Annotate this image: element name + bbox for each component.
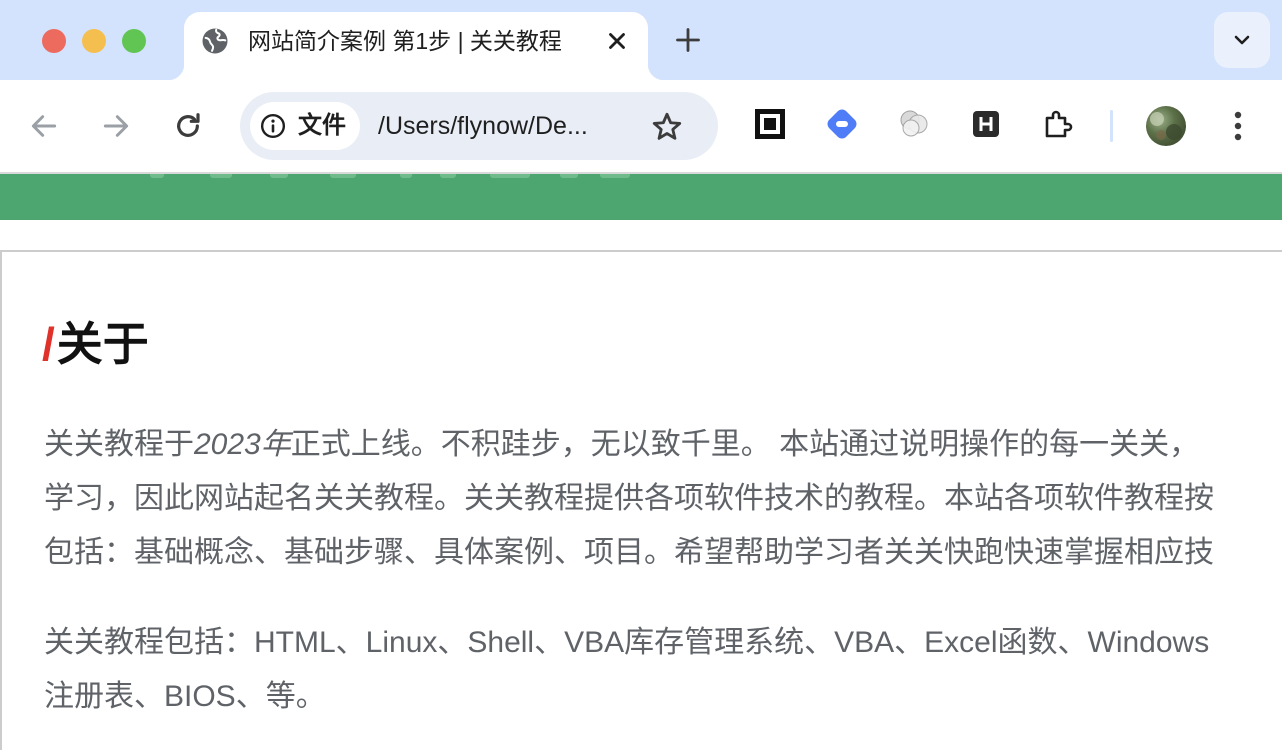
about-paragraph-1: 关关教程于2023年正式上线。不积跬步，无以致千里。 本站通过说明操作的每一关关… <box>44 418 1282 580</box>
header-gap <box>0 220 1282 252</box>
year-text: 2023年 <box>194 428 291 461</box>
minimize-window-button[interactable] <box>82 29 106 53</box>
close-icon[interactable] <box>604 28 630 54</box>
security-chip-label: 文件 <box>298 112 346 139</box>
about-section: /关于 关关教程于2023年正式上线。不积跬步，无以致千里。 本站通过说明操作的… <box>0 252 1282 750</box>
paragraph-line: 关关教程于2023年正式上线。不积跬步，无以致千里。 本站通过说明操作的每一关关… <box>44 428 1200 461</box>
arrow-right-icon[interactable] <box>100 110 132 142</box>
star-icon[interactable] <box>650 110 684 144</box>
url-text[interactable]: /Users/flynow/De... <box>378 109 628 143</box>
arrow-left-icon[interactable] <box>28 110 60 142</box>
active-tab[interactable]: 网站简介案例 第1步 | 关关教程 <box>168 12 664 80</box>
close-window-button[interactable] <box>42 29 66 53</box>
site-header-band <box>0 174 1282 220</box>
tab-search-button[interactable] <box>1214 12 1270 68</box>
globe-icon <box>202 28 228 54</box>
paragraph-line: 注册表、BIOS、等。 <box>44 680 326 713</box>
chevron-down-icon <box>1234 35 1250 45</box>
paragraph-line: 学习，因此网站起名关关教程。关关教程提供各项软件技术的教程。本站各项软件教程按 <box>44 482 1214 515</box>
info-icon <box>260 113 286 139</box>
heading-slash: / <box>42 318 55 370</box>
toolbar-divider <box>1110 110 1113 142</box>
page-title: /关于 <box>42 316 149 372</box>
blue-diamond-icon[interactable] <box>824 106 860 142</box>
more-vertical-icon[interactable] <box>1224 108 1252 144</box>
puzzle-icon[interactable] <box>1040 106 1076 142</box>
h-badge-icon[interactable] <box>968 106 1004 142</box>
paragraph-line: 包括：基础概念、基础步骤、具体案例、项目。希望帮助学习者关关快跑快速掌握相应技 <box>44 536 1214 569</box>
about-paragraph-2: 关关教程包括：HTML、Linux、Shell、VBA库存管理系统、VBA、Ex… <box>44 616 1282 724</box>
tab-title: 网站简介案例 第1步 | 关关教程 <box>248 28 562 54</box>
heading-text: 关于 <box>56 318 149 370</box>
avatar[interactable] <box>1146 106 1186 146</box>
reload-icon[interactable] <box>172 110 204 142</box>
tab-strip: 网站简介案例 第1步 | 关关教程 <box>0 0 1282 80</box>
site-info-chip[interactable]: 文件 <box>250 102 360 150</box>
plus-icon[interactable] <box>674 26 702 54</box>
browser-toolbar: 文件 /Users/flynow/De... <box>0 80 1282 174</box>
page-viewport: /关于 关关教程于2023年正式上线。不积跬步，无以致千里。 本站通过说明操作的… <box>0 174 1282 750</box>
zoom-window-button[interactable] <box>122 29 146 53</box>
address-bar[interactable]: 文件 /Users/flynow/De... <box>240 92 718 160</box>
paragraph-line: 关关教程包括：HTML、Linux、Shell、VBA库存管理系统、VBA、Ex… <box>44 626 1210 659</box>
gray-circles-icon[interactable] <box>896 106 932 142</box>
qr-code-icon[interactable] <box>752 106 788 142</box>
